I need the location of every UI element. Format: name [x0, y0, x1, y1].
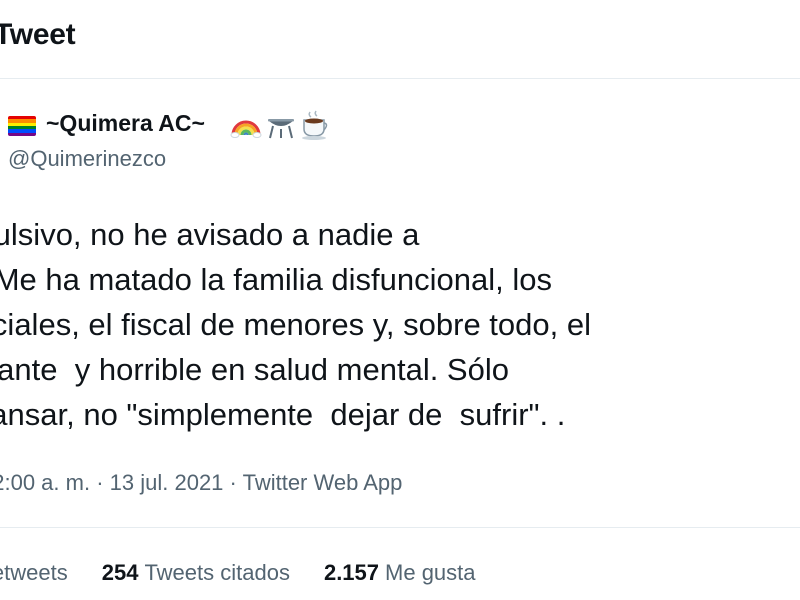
quote-tweets-count: 254	[101, 560, 139, 585]
rainbow-icon	[230, 120, 262, 138]
likes-count: 2.157	[323, 560, 380, 585]
rainbow-flag-icon	[8, 116, 36, 136]
grill-icon	[268, 119, 294, 139]
tweet-date[interactable]: 13 jul. 2021	[110, 470, 224, 495]
page-header: Tweet	[0, 0, 800, 79]
tweet-line: servicios sociales, el fiscal de menores…	[0, 307, 591, 342]
tweet-source[interactable]: Twitter Web App	[243, 470, 403, 495]
tweet-line: conciencia. Me ha matado la familia disf…	[0, 262, 552, 297]
tweet-screenshot: Tweet ~Quimera AC~ @Quimerinezco ulsivo,…	[0, 0, 800, 600]
coffee-cup-icon	[302, 110, 328, 140]
meta-separator: ·	[229, 470, 237, 495]
tweet-meta: 12:00 a. m. · 13 jul. 2021 · Twitter Web…	[0, 470, 402, 496]
divider	[0, 527, 800, 528]
retweets-stat[interactable]: Retweets	[0, 560, 68, 586]
tweet-line: Ha sido impulsivo, no he avisado a nadie…	[0, 217, 420, 252]
author-handle[interactable]: @Quimerinezco	[8, 146, 166, 172]
likes-label: Me gusta	[385, 560, 476, 585]
tweet-line: quiero descansar, no "simplemente dejar …	[0, 397, 566, 432]
tweet-time[interactable]: 12:00 a. m.	[0, 470, 90, 495]
author-display-name[interactable]: ~Quimera AC~	[46, 110, 205, 137]
tweet-body: Ha sido impulsivo, no he avisado a nadie…	[0, 212, 800, 437]
name-emoji-row	[230, 108, 330, 142]
quote-tweets-stat[interactable]: 254 Tweets citados	[102, 560, 290, 586]
meta-separator: ·	[96, 470, 104, 495]
page-title: Tweet	[0, 18, 76, 51]
likes-stat[interactable]: 2.157 Me gusta	[324, 560, 476, 586]
retweets-label: Retweets	[0, 560, 68, 585]
quote-tweets-label: Tweets citados	[144, 560, 290, 585]
tweet-stats: Retweets 254Tweets citados 2.157Me gusta	[0, 560, 476, 586]
tweet-line: trato degradante y horrible en salud men…	[0, 352, 509, 387]
